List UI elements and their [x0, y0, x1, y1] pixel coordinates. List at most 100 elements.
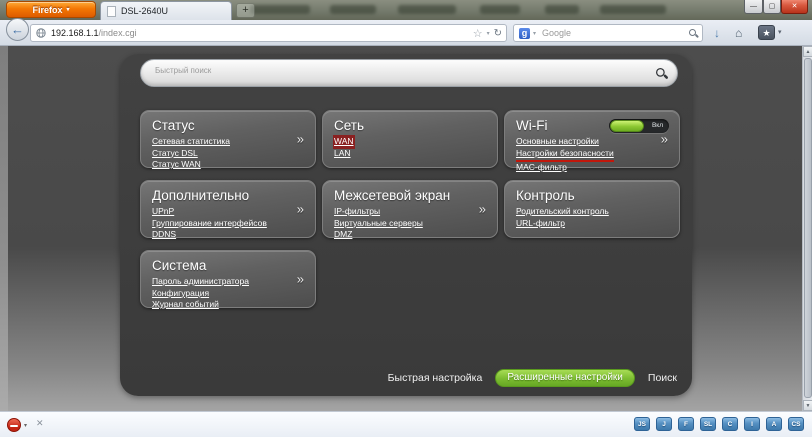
- page-footer: Быстрая настройка Расширенные настройки …: [388, 369, 677, 387]
- dev-icon-c[interactable]: C: [722, 417, 738, 431]
- card-5: Контроль Родительский контроль URL-фильтр: [504, 180, 680, 238]
- firefox-menu-button[interactable]: Firefox ▾: [6, 1, 96, 18]
- bookmarks-menu-icon[interactable]: ★: [758, 25, 775, 40]
- search-link[interactable]: Поиск: [648, 372, 677, 384]
- google-engine-icon[interactable]: g: [519, 27, 530, 39]
- router-page-background: Быстрый поиск Статус Сетевая статистика Ст…: [0, 46, 802, 411]
- card-title: Сеть: [334, 118, 365, 133]
- adblock-caret-icon[interactable]: ▾: [24, 422, 27, 429]
- glass-artifact: [600, 5, 666, 14]
- browser-viewport: Быстрый поиск Статус Сетевая статистика Ст…: [0, 46, 812, 411]
- card-link[interactable]: WAN: [334, 136, 354, 148]
- chevron-right-icon[interactable]: »: [297, 272, 304, 287]
- card-link[interactable]: Настройки безопасности: [516, 148, 614, 162]
- quick-setup-link[interactable]: Быстрая настройка: [388, 372, 483, 384]
- window-close-button[interactable]: ✕: [781, 0, 808, 14]
- card-link[interactable]: Группирование интерфейсов: [152, 218, 267, 230]
- dev-icon-f[interactable]: F: [678, 417, 694, 431]
- glass-artifact: [545, 5, 579, 14]
- card-0: Статус Сетевая статистика Статус DSL Статус…: [140, 110, 316, 171]
- card-link[interactable]: IP-фильтры: [334, 206, 380, 218]
- card-links: UPnP Группирование интерфейсов DDNS: [152, 206, 304, 241]
- quick-search-input[interactable]: Быстрый поиск: [140, 59, 678, 87]
- search-placeholder: Google: [542, 28, 572, 38]
- scroll-down-icon[interactable]: ▼: [803, 400, 812, 411]
- url-dropdown-icon[interactable]: ▾: [487, 30, 490, 37]
- dev-icon-i[interactable]: I: [744, 417, 760, 431]
- chevron-right-icon[interactable]: »: [297, 202, 304, 217]
- dev-icon-cs[interactable]: CS: [788, 417, 804, 431]
- chevron-down-icon: ▾: [66, 7, 70, 13]
- card-links: WAN LAN: [334, 136, 486, 159]
- vertical-scrollbar[interactable]: ▲ ▼: [802, 46, 812, 411]
- card-link[interactable]: UPnP: [152, 206, 174, 218]
- window-maximize-button[interactable]: ▢: [763, 0, 781, 14]
- card-links: Родительский контроль URL-фильтр: [516, 206, 668, 229]
- tab-title: DSL-2640U: [121, 6, 169, 16]
- card-link[interactable]: Родительский контроль: [516, 206, 609, 218]
- addon-bar: ▾ ✕ JS J F SL C I A CS: [0, 411, 812, 437]
- card-link[interactable]: Статус DSL: [152, 148, 198, 160]
- home-icon[interactable]: ⌂: [735, 26, 742, 40]
- card-link[interactable]: Конфигурация: [152, 288, 209, 300]
- card-link[interactable]: DDNS: [152, 229, 176, 241]
- card-title: Система: [152, 258, 207, 273]
- card-link[interactable]: Статус WAN: [152, 159, 201, 171]
- dev-icon-sl[interactable]: SL: [700, 417, 716, 431]
- dashboard-cards-grid: Статус Сетевая статистика Статус DSL Статус…: [140, 110, 680, 311]
- bookmark-star-icon[interactable]: ☆: [473, 27, 483, 40]
- magnifier-icon[interactable]: [656, 68, 666, 78]
- scrollbar-thumb[interactable]: [804, 58, 812, 398]
- dev-icon-js[interactable]: JS: [634, 417, 650, 431]
- card-6: Система Пароль администратора Конфигурация…: [140, 250, 316, 311]
- toggle-knob: [610, 120, 644, 132]
- card-title: Дополнительно: [152, 188, 250, 203]
- card-link[interactable]: MAC-фильтр: [516, 162, 567, 174]
- dev-icon-a[interactable]: A: [766, 417, 782, 431]
- card-link[interactable]: Основные настройки: [516, 136, 599, 148]
- chevron-right-icon[interactable]: »: [297, 132, 304, 147]
- card-link[interactable]: URL-фильтр: [516, 218, 565, 230]
- url-text: 192.168.1.1/index.cgi: [51, 28, 469, 38]
- card-link[interactable]: Пароль администратора: [152, 276, 249, 288]
- card-links: IP-фильтры Виртуальные серверы DMZ: [334, 206, 486, 241]
- card-title: Контроль: [516, 188, 575, 203]
- web-search-bar[interactable]: g ▾ Google: [513, 24, 703, 42]
- glass-artifact: [398, 5, 456, 14]
- search-go-icon[interactable]: [689, 29, 697, 37]
- card-link[interactable]: LAN: [334, 148, 351, 160]
- new-tab-button[interactable]: +: [236, 3, 255, 18]
- chevron-right-icon[interactable]: »: [661, 132, 668, 147]
- chevron-right-icon[interactable]: »: [479, 202, 486, 217]
- card-link[interactable]: Сетевая статистика: [152, 136, 230, 148]
- page-favicon: [107, 5, 116, 17]
- adblock-icon[interactable]: [7, 418, 21, 432]
- card-links: Основные настройки Настройки безопасности…: [516, 136, 668, 174]
- card-link[interactable]: DMZ: [334, 229, 352, 241]
- window-minimize-button[interactable]: —: [744, 0, 763, 14]
- tab-dsl-2640u[interactable]: DSL-2640U: [100, 1, 232, 20]
- toggle-state-label: Вкл: [651, 122, 663, 129]
- card-link[interactable]: Журнал событий: [152, 299, 219, 311]
- navigation-toolbar: ← 192.168.1.1/index.cgi ☆ ▾ ↻ g ▾ Google…: [0, 18, 812, 46]
- glass-artifact: [330, 5, 376, 14]
- downloads-icon[interactable]: ↓: [714, 26, 720, 40]
- addon-bar-close-icon[interactable]: ✕: [36, 418, 44, 429]
- titlebar: Firefox ▾ DSL-2640U + — ▢ ✕: [0, 0, 812, 20]
- bookmarks-caret-icon[interactable]: ▾: [778, 28, 782, 36]
- card-link[interactable]: Виртуальные серверы: [334, 218, 423, 230]
- reload-icon[interactable]: ↻: [494, 28, 502, 39]
- engine-dropdown-icon[interactable]: ▾: [533, 30, 536, 37]
- url-bar[interactable]: 192.168.1.1/index.cgi ☆ ▾ ↻: [30, 24, 507, 42]
- scroll-up-icon[interactable]: ▲: [803, 46, 812, 57]
- glass-artifact: [250, 5, 310, 14]
- dev-icon-j[interactable]: J: [656, 417, 672, 431]
- card-title: Межсетевой экран: [334, 188, 451, 203]
- back-button[interactable]: ←: [6, 18, 29, 41]
- card-3: Дополнительно UPnP Группирование интерфейс…: [140, 180, 316, 241]
- glass-artifact: [480, 5, 520, 14]
- card-1: Сеть WAN LAN: [322, 110, 498, 168]
- url-path: /index.cgi: [98, 28, 137, 38]
- url-host: 192.168.1.1: [51, 28, 99, 38]
- advanced-settings-button[interactable]: Расширенные настройки: [495, 369, 635, 387]
